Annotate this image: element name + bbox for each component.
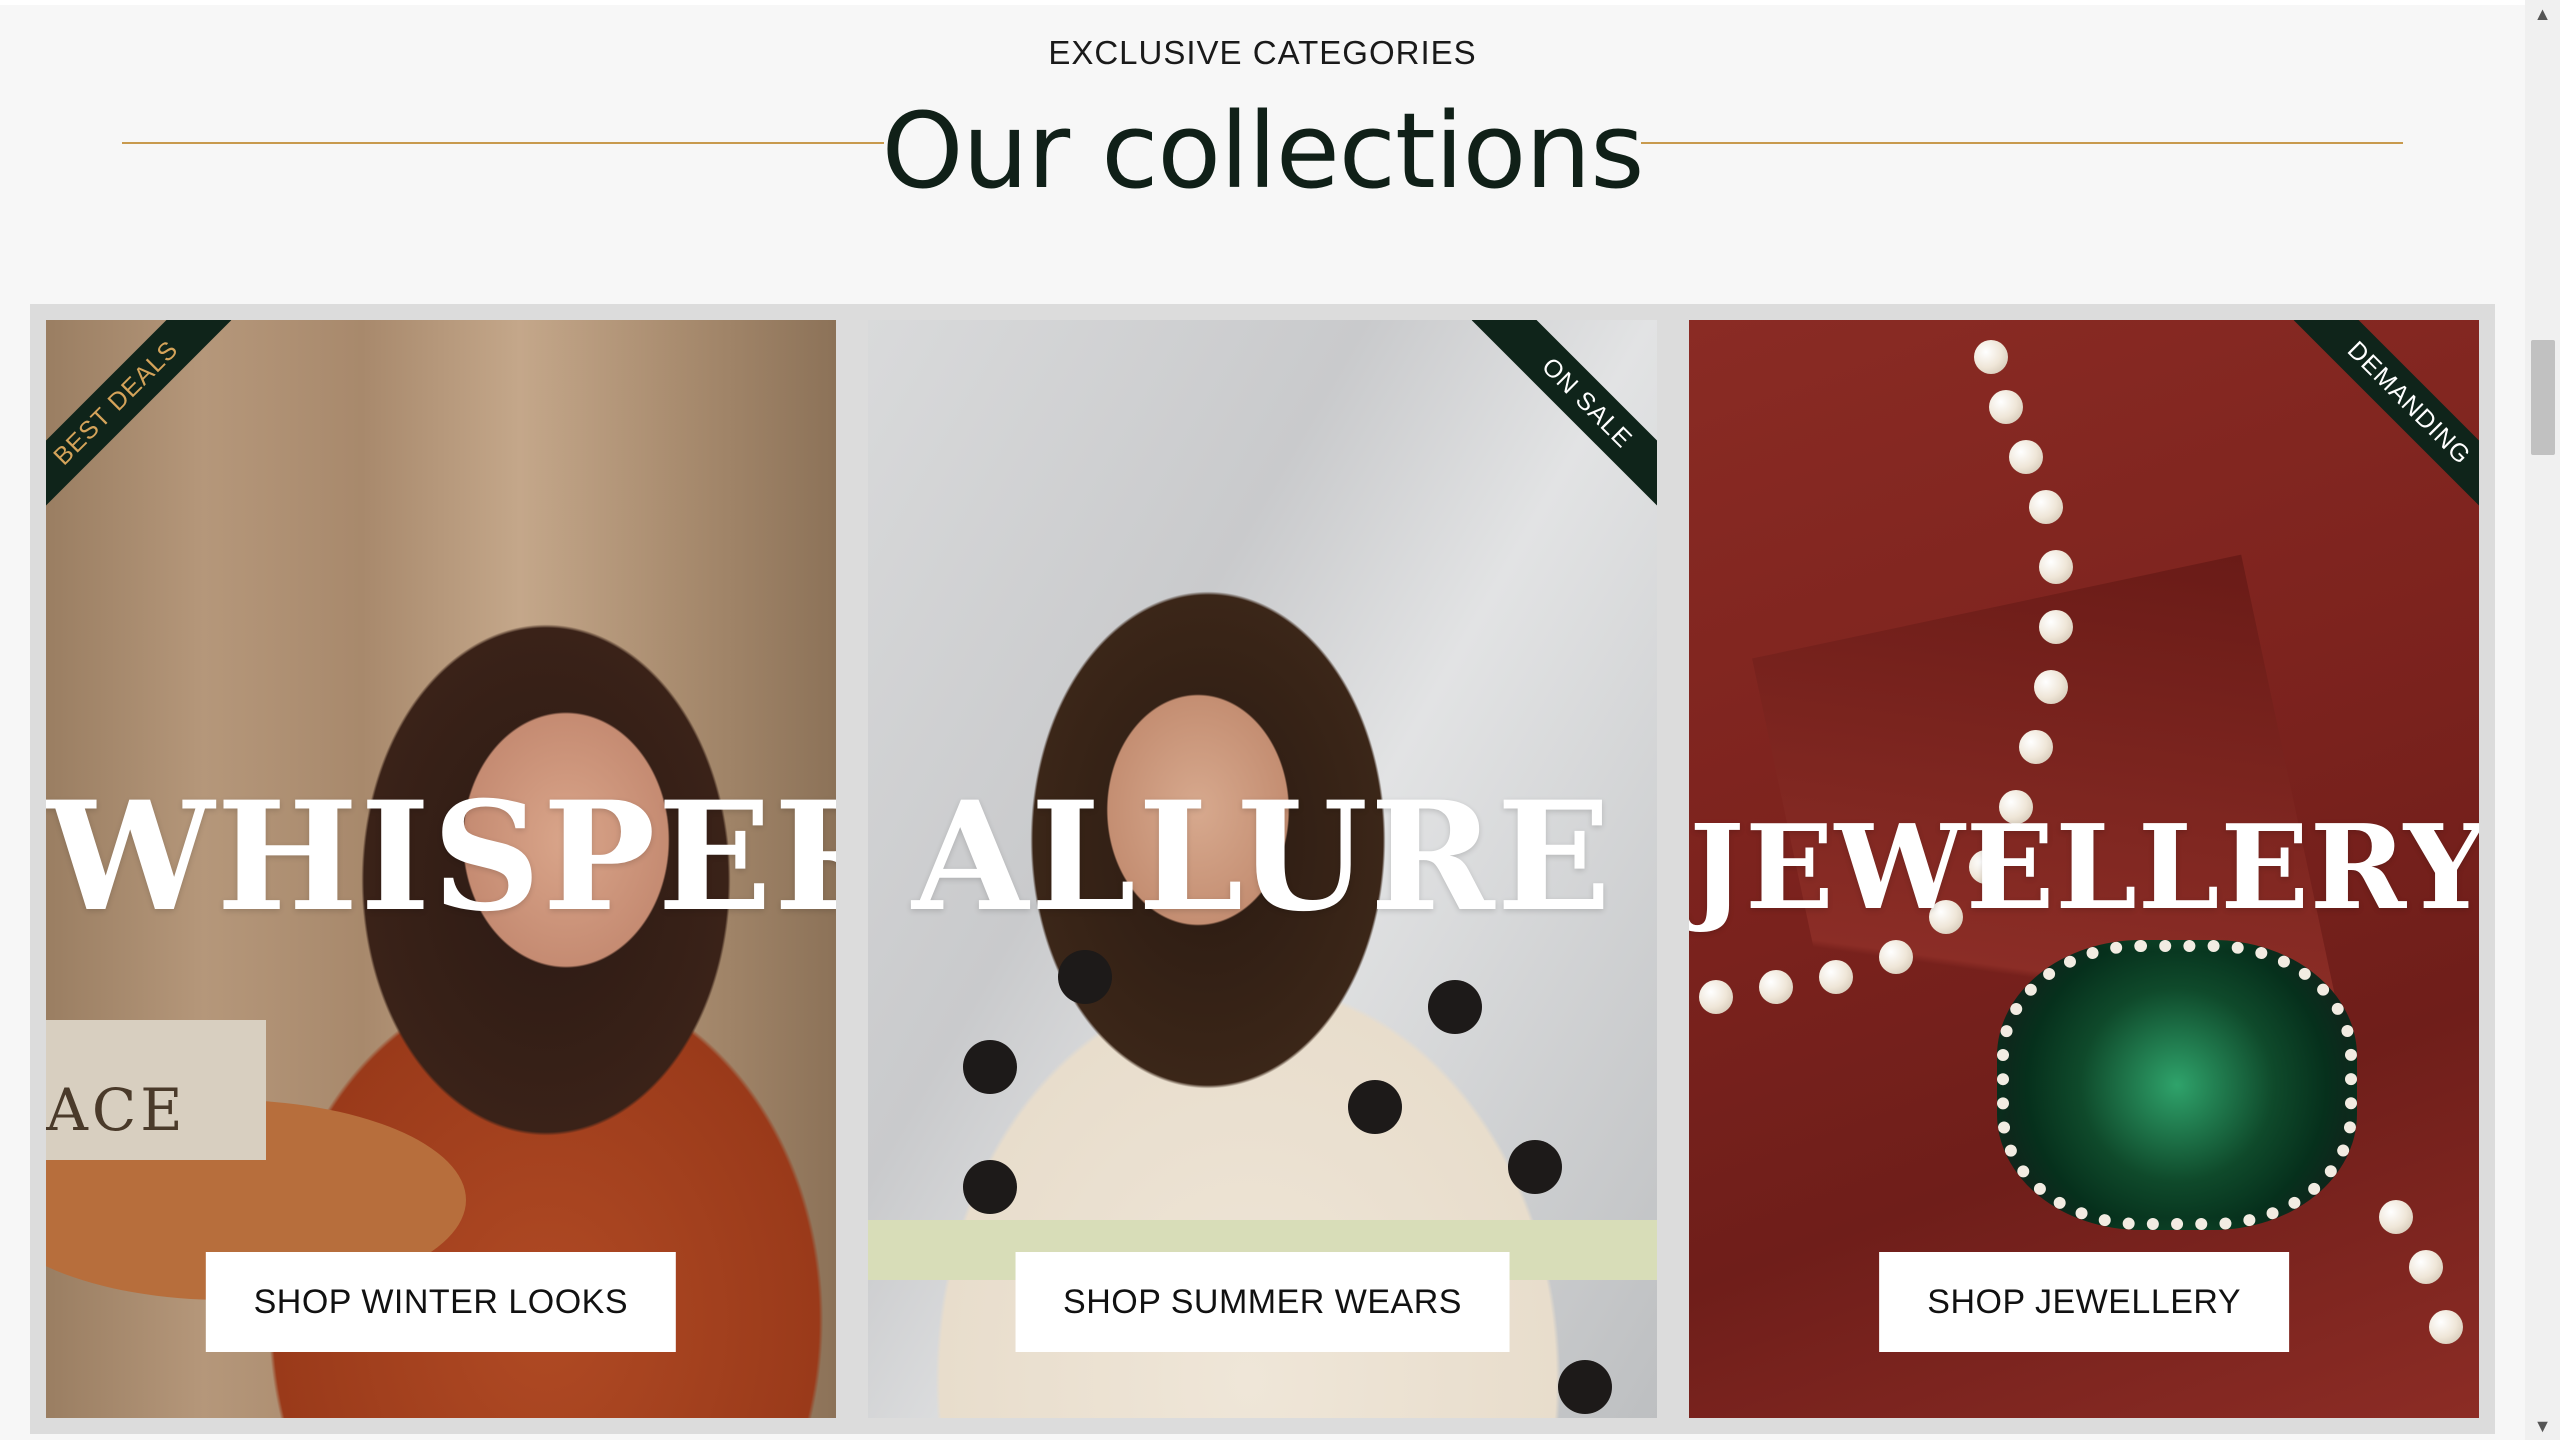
polka-dot <box>962 1160 1017 1214</box>
polka-dot <box>1347 1080 1402 1134</box>
polka-dot <box>962 1040 1017 1094</box>
collection-title-jewellery: JEWELLERY <box>1689 800 2480 936</box>
scroll-up-arrow-icon[interactable]: ▲ <box>2525 0 2560 28</box>
section-eyebrow: EXCLUSIVE CATEGORIES <box>1048 34 1477 71</box>
section-heading: Our collections <box>881 90 1645 212</box>
card-image-area: ON SALE ALLURE SHOP SUMMER WEARS <box>867 320 1658 1418</box>
shop-winter-looks-button[interactable]: SHOP WINTER LOOKS <box>205 1252 677 1352</box>
scrollbar-thumb[interactable] <box>2531 340 2555 455</box>
collection-title-whisper: WHISPER <box>46 769 836 945</box>
card-image-area: ACE BEST DEALS WHISPER SHOP WINTER LOOKS <box>46 320 836 1418</box>
polka-dot <box>1057 950 1112 1004</box>
collection-card-jewellery[interactable]: DEMANDING JEWELLERY SHOP JEWELLERY <box>1673 304 2496 1434</box>
vertical-scrollbar[interactable]: ▲ ▼ <box>2525 0 2560 1440</box>
polka-dot <box>1557 1360 1612 1414</box>
heading-rule-right <box>1641 142 2403 144</box>
scroll-down-arrow-icon[interactable]: ▼ <box>2525 1412 2560 1440</box>
collection-title-allure: ALLURE <box>912 769 1613 945</box>
polka-dot <box>1427 980 1482 1034</box>
book-decor: ACE <box>46 1020 266 1160</box>
heading-row: Our collections <box>0 90 2525 212</box>
top-edge <box>0 0 2525 5</box>
emerald-pendant <box>1997 940 2358 1230</box>
collections-section: EXCLUSIVE CATEGORIES Our collections ACE… <box>0 0 2525 1440</box>
shop-jewellery-button[interactable]: SHOP JEWELLERY <box>1879 1252 2290 1352</box>
card-image-area: DEMANDING JEWELLERY SHOP JEWELLERY <box>1689 320 2480 1418</box>
collection-cards: ACE BEST DEALS WHISPER SHOP WINTER LOOKS… <box>30 304 2496 1434</box>
polka-dot <box>1507 1140 1562 1194</box>
shop-summer-wears-button[interactable]: SHOP SUMMER WEARS <box>1015 1252 1510 1352</box>
collection-card-allure[interactable]: ON SALE ALLURE SHOP SUMMER WEARS <box>851 304 1674 1434</box>
collection-card-whisper[interactable]: ACE BEST DEALS WHISPER SHOP WINTER LOOKS <box>30 304 852 1434</box>
